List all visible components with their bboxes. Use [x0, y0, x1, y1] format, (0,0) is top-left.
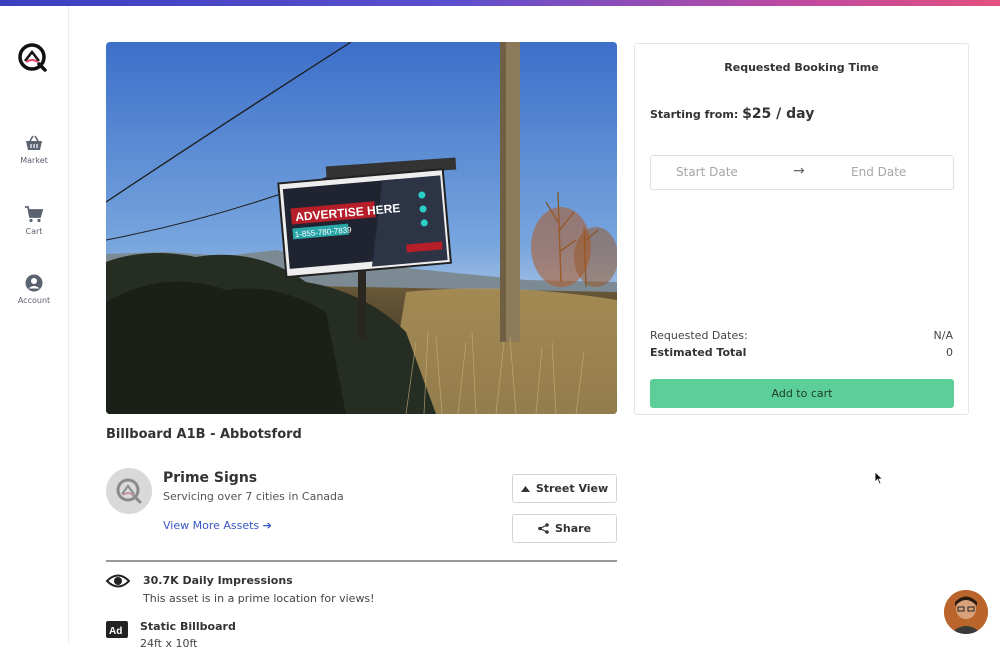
- booking-panel: Requested Booking Time Starting from: $2…: [634, 43, 969, 415]
- requested-dates-label: Requested Dates:: [650, 329, 748, 342]
- basket-icon: [26, 135, 42, 150]
- mouse-pointer-icon: [874, 470, 884, 489]
- sidebar-item-label: Account: [17, 296, 51, 305]
- feature-title: Static Billboard: [140, 620, 236, 633]
- street-view-button[interactable]: Street View: [512, 474, 617, 503]
- end-date-input[interactable]: End Date: [851, 165, 906, 179]
- brand-gradient-bar: [0, 0, 1000, 6]
- caret-up-icon: [520, 485, 530, 492]
- ad-icon: Ad: [106, 621, 128, 642]
- view-more-assets-label: View More Assets: [163, 519, 260, 532]
- booking-panel-title: Requested Booking Time: [724, 61, 879, 74]
- share-icon: [538, 523, 549, 534]
- date-range-picker[interactable]: Start Date → End Date: [650, 155, 954, 190]
- estimated-total-value: 0: [946, 346, 953, 359]
- section-divider: [106, 560, 617, 562]
- street-view-label: Street View: [535, 482, 609, 495]
- eye-icon: [105, 573, 131, 593]
- sidebar-item-label: Cart: [25, 227, 43, 236]
- billboard-photo[interactable]: ADVERTISE HERE 1-855-780-7839: [106, 42, 617, 414]
- arrow-right-icon: ➔: [262, 519, 272, 532]
- owner-avatar[interactable]: [106, 468, 152, 514]
- feature-title: 30.7K Daily Impressions: [143, 574, 293, 587]
- sidebar-item-cart[interactable]: Cart: [0, 205, 68, 236]
- arrow-right-icon: →: [793, 163, 805, 179]
- asset-title: Billboard A1B - Abbotsford: [106, 427, 302, 442]
- estimated-total-label: Estimated Total: [650, 346, 747, 359]
- owner-name: Prime Signs: [163, 470, 258, 486]
- svg-text:Ad: Ad: [109, 626, 122, 637]
- share-button[interactable]: Share: [512, 514, 617, 543]
- sidebar: Market Cart Account: [0, 6, 69, 644]
- price-prefix: Starting from:: [650, 108, 739, 121]
- price-value: $25 / day: [742, 106, 815, 122]
- feature-subtitle: This asset is in a prime location for vi…: [143, 592, 375, 605]
- add-to-cart-button[interactable]: Add to cart: [650, 379, 954, 408]
- sidebar-item-label: Market: [20, 156, 48, 165]
- owner-logo-icon: [116, 478, 142, 504]
- sidebar-item-market[interactable]: Market: [0, 134, 68, 165]
- start-date-input[interactable]: Start Date: [676, 165, 738, 179]
- support-chat-avatar[interactable]: [944, 590, 988, 634]
- app-logo-icon[interactable]: [17, 42, 49, 74]
- share-label: Share: [554, 522, 592, 535]
- price-line: Starting from: $25 / day: [650, 106, 814, 122]
- requested-dates-value: N/A: [933, 329, 953, 342]
- cart-icon: [25, 206, 44, 223]
- sidebar-item-account[interactable]: Account: [0, 274, 68, 305]
- account-icon: [25, 274, 43, 292]
- view-more-assets-link[interactable]: View More Assets ➔: [163, 519, 272, 532]
- owner-subtitle: Servicing over 7 cities in Canada: [163, 490, 344, 503]
